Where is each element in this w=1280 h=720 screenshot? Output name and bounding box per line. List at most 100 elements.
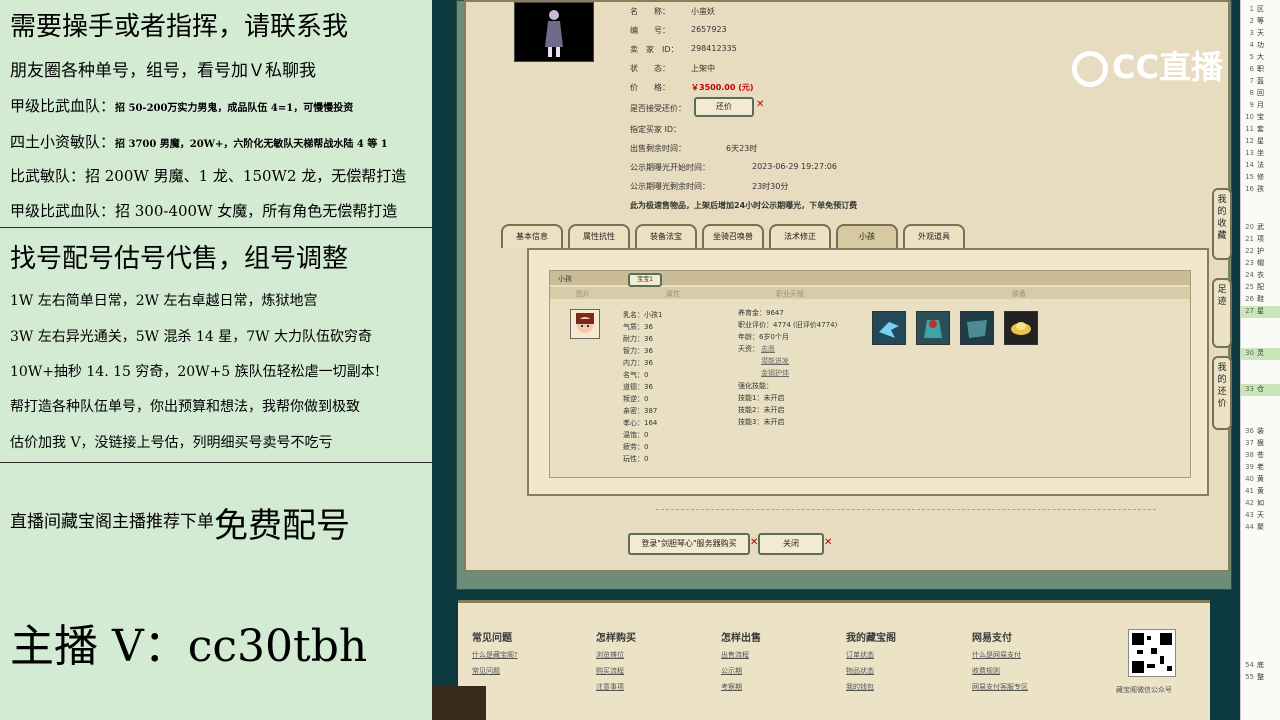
footer-link[interactable]: 考察期	[721, 682, 761, 692]
row-text: 功	[1257, 41, 1264, 49]
sidebar-row[interactable]: 25 配	[1241, 282, 1280, 294]
footer-col-sell: 怎样出售 出售流程 公示期 考察期	[721, 629, 761, 692]
row-number: 42	[1245, 499, 1254, 507]
footer-link[interactable]: 物品状态	[846, 666, 896, 676]
child-age: 年龄：6岁0个月	[738, 333, 789, 341]
sidebar-row[interactable]: 26 鞋	[1241, 294, 1280, 306]
subtab-baby-1[interactable]: 宝宝1	[628, 273, 662, 287]
login-server-buy-button[interactable]: 登录"剑胆琴心"服务器购买	[628, 533, 750, 555]
sidebar-row[interactable]: 54 底	[1241, 660, 1280, 672]
sidebar-row[interactable]: 12 星	[1241, 136, 1280, 148]
sidebar-row[interactable]: 21 项	[1241, 234, 1280, 246]
sidebar-row[interactable]: 11 套	[1241, 124, 1280, 136]
sidebar-row[interactable]: 13 坐	[1241, 148, 1280, 160]
child-avatar	[570, 309, 600, 339]
sidebar-row[interactable]: 55 整	[1241, 672, 1280, 684]
sidebar-row[interactable]: 4功	[1241, 40, 1280, 52]
close-button[interactable]: 关闭	[758, 533, 824, 555]
talent-link[interactable]: 志愿	[761, 344, 775, 354]
tab-appearance[interactable]: 外观道具	[903, 224, 965, 248]
equip-slot-3[interactable]	[960, 311, 994, 345]
attr-row: 温饱：0	[623, 431, 649, 439]
overlay-text: 朋友圈各种单号，组号，看号加Ｖ私聊我	[10, 61, 316, 81]
sidebar-row[interactable]: 41 黄	[1241, 486, 1280, 498]
talent-link[interactable]: 潜能迸发	[761, 356, 789, 366]
spreadsheet-sidebar: 1 区 2 等 3 天 4 功 5 大 6 职 7 盔 8 回 9 月 10 宝 11 套 12 星 13 坐 14 法 15 修 16 孩 2…	[1240, 0, 1280, 720]
tab-mounts-pets[interactable]: 坐骑召唤兽	[702, 224, 764, 248]
row-text: 装	[1257, 427, 1264, 435]
row-text: 灵	[1257, 349, 1264, 357]
sidebar-row[interactable]: 10 宝	[1241, 112, 1280, 124]
row-number: 7	[1249, 77, 1254, 85]
overlay-text: 1W 左右简单日常，2W 左右卓越日常，炼狱地宫	[10, 293, 318, 309]
tab-equipment[interactable]: 装备法宝	[635, 224, 697, 248]
sidebar-row[interactable]: 22 护	[1241, 246, 1280, 258]
footer-link[interactable]: 浏览摊位	[596, 650, 636, 660]
stream-overlay-panel: 需要操手或者指挥，请联系我 朋友圈各种单号，组号，看号加Ｖ私聊我 甲级比武血队：…	[0, 0, 432, 720]
sidebar-row[interactable]: 37 狠	[1241, 438, 1280, 450]
sidebar-row[interactable]: 38 苍	[1241, 450, 1280, 462]
sidebar-row[interactable]: 16 孩	[1241, 184, 1280, 196]
footer-link[interactable]: 注意事项	[596, 682, 636, 692]
site-footer: 常见问题 什么是藏宝阁? 常见问题 怎样购买 浏览摊位 购买流程 注意事项 怎样…	[458, 600, 1210, 720]
footer-link[interactable]: 常见问题	[472, 666, 518, 676]
sidebar-row[interactable]: 9月	[1241, 100, 1280, 112]
equip-slot-2[interactable]	[916, 311, 950, 345]
sidebar-row[interactable]: 8回	[1241, 88, 1280, 100]
row-text: 黄	[1257, 487, 1264, 495]
sidebar-row[interactable]: 33 仓	[1241, 384, 1280, 396]
overlay-text: 四土小资敏队：招 3700 男魔，20W+，六阶化无敏队天梯帮战水陆 4 等 1	[10, 131, 388, 152]
tab-basic-info[interactable]: 基本信息	[501, 224, 563, 248]
my-favorites-tab[interactable]: 我的收藏	[1212, 188, 1232, 260]
sidebar-row[interactable]: 24 衣	[1241, 270, 1280, 282]
equip-slot-4[interactable]	[1004, 311, 1038, 345]
footer-link[interactable]: 订单状态	[846, 650, 896, 660]
footer-link[interactable]: 购买流程	[596, 666, 636, 676]
footer-link[interactable]: 公示期	[721, 666, 761, 676]
footer-col-faq: 常见问题 什么是藏宝阁? 常见问题	[472, 629, 518, 676]
talent-link[interactable]: 金钢护体	[761, 368, 789, 378]
footer-link[interactable]: 网易支付客服专区	[972, 682, 1028, 692]
sidebar-row[interactable]: 6职	[1241, 64, 1280, 76]
sidebar-row[interactable]: 15 修	[1241, 172, 1280, 184]
footer-link[interactable]: 什么是网易支付	[972, 650, 1028, 660]
sidebar-row[interactable]: 44 聚	[1241, 522, 1280, 534]
row-number: 23	[1245, 259, 1254, 267]
sidebar-row[interactable]: 3天	[1241, 28, 1280, 40]
tab-child[interactable]: 小孩	[836, 224, 898, 248]
footprint-tab[interactable]: 足迹	[1212, 278, 1232, 348]
my-counter-offers-tab[interactable]: 我的还价	[1212, 356, 1232, 430]
sidebar-row[interactable]: 14 法	[1241, 160, 1280, 172]
footer-link[interactable]: 收费规则	[972, 666, 1028, 676]
sidebar-row[interactable]: 36 装	[1241, 426, 1280, 438]
equip-slot-1[interactable]	[872, 311, 906, 345]
divider	[0, 227, 432, 228]
sidebar-row[interactable]: 43 天	[1241, 510, 1280, 522]
sidebar-row[interactable]: 27 星	[1241, 306, 1280, 318]
sidebar-row[interactable]: 7盔	[1241, 76, 1280, 88]
overlay-text: 10W+抽秒 14. 15 穷奇，20W+5 族队伍轻松虐一切副本!	[10, 364, 381, 380]
footer-heading: 我的藏宝阁	[846, 633, 896, 644]
sidebar-row[interactable]: 42 如	[1241, 498, 1280, 510]
close-x-icon: ✕	[824, 537, 833, 548]
counter-offer-label: 是否接受还价：	[630, 104, 686, 113]
sidebar-row[interactable]: 1区	[1241, 4, 1280, 16]
sidebar-row[interactable]: 2等	[1241, 16, 1280, 28]
sidebar-row[interactable]: 20 武	[1241, 222, 1280, 234]
footer-link[interactable]: 什么是藏宝阁?	[472, 650, 518, 660]
tab-spell-fix[interactable]: 法术修正	[769, 224, 831, 248]
sidebar-row[interactable]: 5大	[1241, 52, 1280, 64]
footer-link[interactable]: 我的钱包	[846, 682, 896, 692]
overlay-headline: 需要操手或者指挥，请联系我	[10, 12, 349, 42]
sidebar-row[interactable]: 30 灵	[1241, 348, 1280, 360]
row-number: 9	[1249, 101, 1254, 109]
counter-offer-button[interactable]: 还价	[694, 97, 754, 117]
skill-row: 技能1：未开启	[738, 394, 785, 402]
sidebar-row[interactable]: 40 黄	[1241, 474, 1280, 486]
sidebar-row[interactable]: 39 老	[1241, 462, 1280, 474]
row-number: 21	[1245, 235, 1254, 243]
sidebar-row[interactable]: 23 帽	[1241, 258, 1280, 270]
tab-attributes[interactable]: 属性抗性	[568, 224, 630, 248]
row-text: 宝	[1257, 113, 1264, 121]
footer-link[interactable]: 出售流程	[721, 650, 761, 660]
